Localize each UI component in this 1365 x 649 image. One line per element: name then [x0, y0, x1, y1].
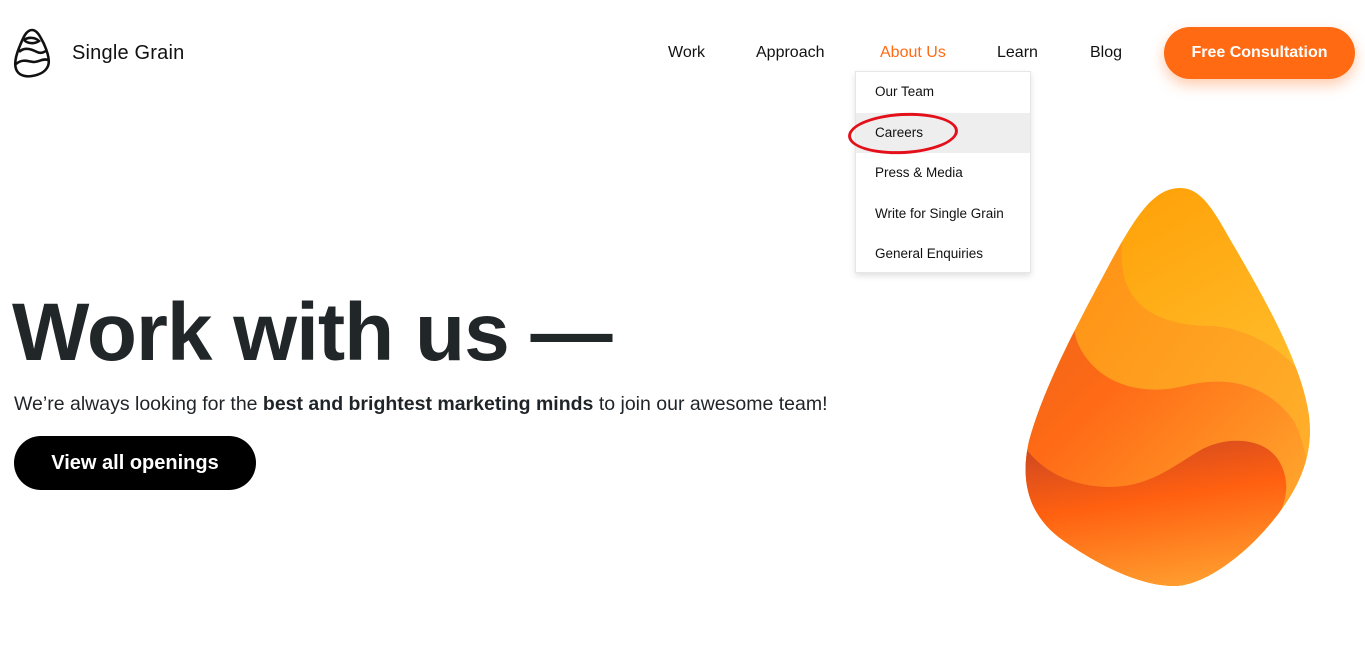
- dropdown-item-our-team[interactable]: Our Team: [856, 72, 1030, 113]
- hero-subtitle: We’re always looking for the best and br…: [14, 393, 828, 416]
- dropdown-item-write-for-single-grain[interactable]: Write for Single Grain: [856, 194, 1030, 235]
- nav-item-learn[interactable]: Learn: [997, 44, 1038, 62]
- hero-title: Work with us —: [12, 287, 613, 378]
- hero-subtitle-bold: best and brightest marketing minds: [262, 393, 594, 415]
- dropdown-item-press-media[interactable]: Press & Media: [856, 153, 1030, 194]
- hero-subtitle-post: to join our awesome team!: [593, 393, 828, 415]
- free-consultation-button[interactable]: Free Consultation: [1164, 27, 1355, 79]
- about-us-dropdown: Our Team Careers Press & Media Write for…: [855, 71, 1031, 273]
- view-all-openings-button[interactable]: View all openings: [14, 436, 256, 490]
- nav-item-blog[interactable]: Blog: [1090, 44, 1122, 62]
- orange-drop-illustration: [1025, 188, 1310, 586]
- hero-subtitle-pre: We’re always looking for the: [14, 393, 263, 415]
- dropdown-item-careers[interactable]: Careers: [856, 112, 1030, 153]
- nav-item-approach[interactable]: Approach: [756, 44, 825, 62]
- main-nav: Work Approach About Us Learn Blog: [0, 44, 1365, 64]
- nav-item-work[interactable]: Work: [668, 44, 705, 62]
- nav-item-about-us[interactable]: About Us: [880, 44, 946, 62]
- dropdown-item-general-enquiries[interactable]: General Enquiries: [856, 234, 1030, 275]
